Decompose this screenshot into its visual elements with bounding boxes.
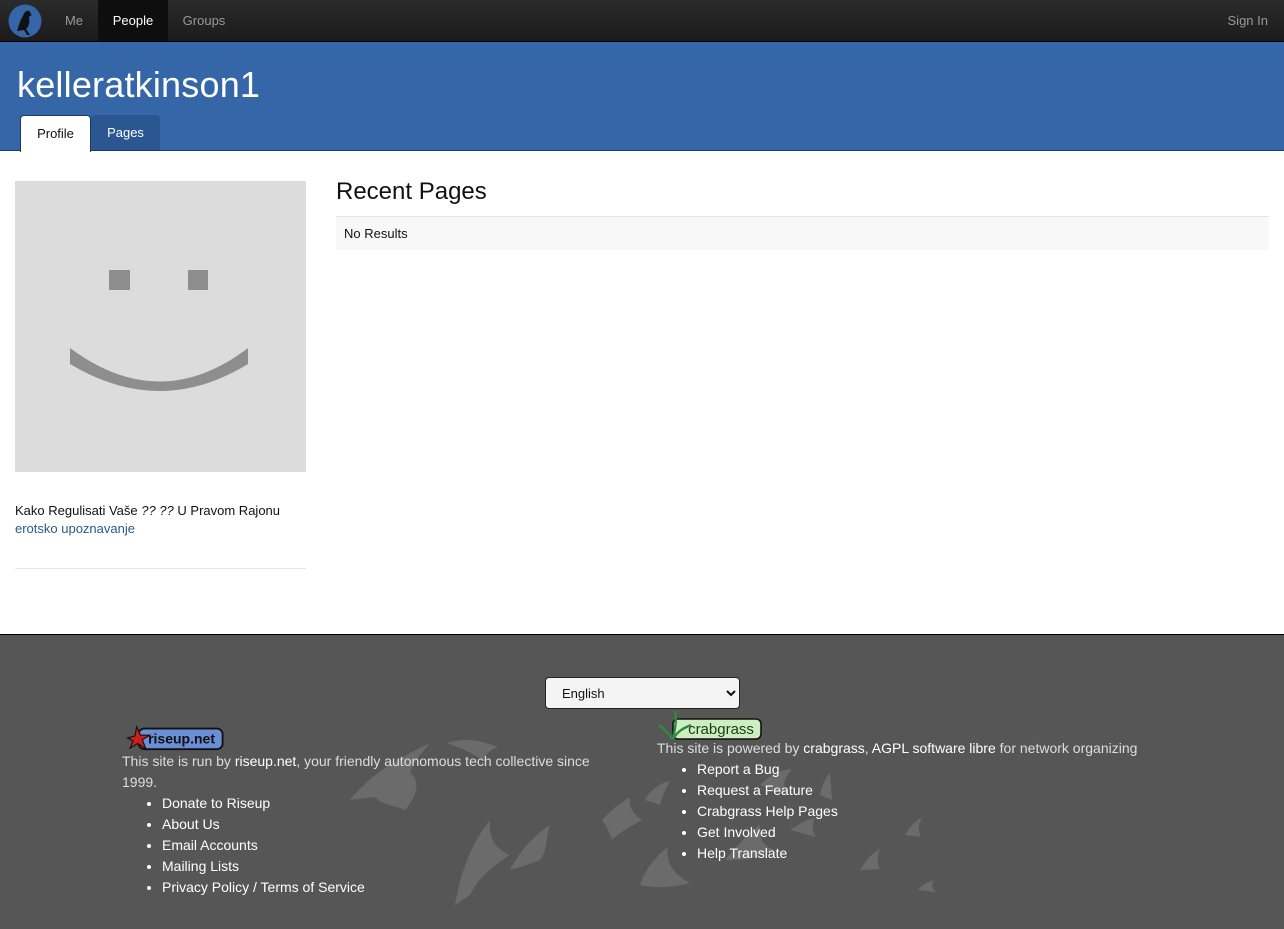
page-title: kelleratkinson1 xyxy=(17,64,261,105)
top-navbar: Me People Groups Sign In xyxy=(0,0,1284,42)
footer-link-privacy[interactable]: Privacy Policy / Terms of Service xyxy=(162,877,622,898)
profile-description-suffix: U Pravom Rajonu xyxy=(177,503,281,518)
crabgrass-badge-icon[interactable]: crabgrass xyxy=(657,711,763,741)
crabgrass-intro: This site is powered by crabgrass, AGPL … xyxy=(657,738,1177,759)
crabgrass-badge-text: crabgrass xyxy=(688,721,754,738)
riseup-link[interactable]: riseup.net xyxy=(235,753,296,769)
agpl-link[interactable]: AGPL software libre xyxy=(872,740,996,756)
crabgrass-link[interactable]: crabgrass xyxy=(803,740,864,756)
footer-link-mailing-lists[interactable]: Mailing Lists xyxy=(162,856,622,877)
language-select[interactable]: English xyxy=(545,677,740,709)
footer: English riseup.net This site is run by r… xyxy=(0,634,1284,929)
smiley-avatar-icon xyxy=(70,270,248,391)
crow-logo-icon[interactable] xyxy=(8,4,42,38)
sign-in-link[interactable]: Sign In xyxy=(1228,0,1268,41)
riseup-intro-prefix: This site is run by xyxy=(122,753,231,769)
no-results-row: No Results xyxy=(336,216,1269,250)
profile-description-italic: ?? ?? xyxy=(141,503,174,518)
profile-description: Kako Regulisati Vaše ?? ?? U Pravom Rajo… xyxy=(15,502,280,538)
tab-profile[interactable]: Profile xyxy=(20,115,91,152)
avatar xyxy=(15,181,306,472)
nav-me[interactable]: Me xyxy=(50,0,98,41)
crabgrass-intro-prefix: This site is powered by xyxy=(657,740,800,756)
footer-link-report-bug[interactable]: Report a Bug xyxy=(697,759,1177,780)
profile-banner: kelleratkinson1 Profile Pages xyxy=(0,42,1284,152)
crabgrass-intro-sep: , xyxy=(864,740,869,756)
riseup-badge-text: riseup.net xyxy=(148,731,215,747)
footer-link-about[interactable]: About Us xyxy=(162,814,622,835)
divider xyxy=(15,568,306,569)
crabgrass-intro-suffix: for network organizing xyxy=(999,740,1138,756)
footer-link-help-translate[interactable]: Help Translate xyxy=(697,843,1177,864)
footer-link-email[interactable]: Email Accounts xyxy=(162,835,622,856)
footer-link-help-pages[interactable]: Crabgrass Help Pages xyxy=(697,801,1177,822)
footer-link-request-feature[interactable]: Request a Feature xyxy=(697,780,1177,801)
tab-pages[interactable]: Pages xyxy=(91,115,160,150)
nav-people[interactable]: People xyxy=(98,0,168,41)
no-results-text: No Results xyxy=(344,226,408,241)
profile-description-prefix: Kako Regulisati Vaše xyxy=(15,503,138,518)
riseup-badge-icon[interactable]: riseup.net xyxy=(122,723,228,751)
footer-left-column: riseup.net This site is run by riseup.ne… xyxy=(122,723,622,898)
profile-link[interactable]: erotsko upoznavanje xyxy=(15,521,135,536)
footer-link-donate[interactable]: Donate to Riseup xyxy=(162,793,622,814)
riseup-intro: This site is run by riseup.net, your fri… xyxy=(122,751,622,793)
footer-right-column: crabgrass This site is powered by crabgr… xyxy=(657,711,1177,864)
crabgrass-links-list: Report a Bug Request a Feature Crabgrass… xyxy=(657,759,1177,864)
footer-link-get-involved[interactable]: Get Involved xyxy=(697,822,1177,843)
riseup-links-list: Donate to Riseup About Us Email Accounts… xyxy=(122,793,622,898)
nav-groups[interactable]: Groups xyxy=(168,0,240,41)
recent-pages-heading: Recent Pages xyxy=(336,178,487,205)
